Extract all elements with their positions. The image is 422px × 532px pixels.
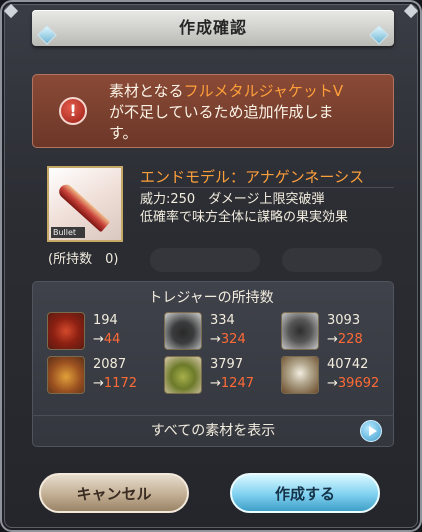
create-button[interactable]: 作成する	[230, 473, 380, 513]
treasure-item: 2087 →1172	[47, 356, 159, 396]
show-all-materials-label: すべての素材を表示	[150, 423, 276, 439]
treasure-after: →39692	[327, 376, 379, 391]
treasure-have: 2087	[93, 357, 127, 372]
after-value: 44	[103, 332, 121, 347]
divider	[140, 187, 394, 188]
alert-material-name: フルメタルジャケットV	[183, 82, 344, 100]
treasure-icon	[281, 356, 319, 394]
treasure-item: 334 →324	[164, 312, 276, 352]
treasure-have: 3093	[327, 313, 361, 328]
cancel-button[interactable]: キャンセル	[39, 473, 189, 513]
alert-line2: が不足しているため追加作成しま	[109, 103, 334, 121]
owned-count: (所持数 0)	[48, 252, 119, 267]
exclamation-icon: !	[59, 97, 87, 125]
after-value: 1247	[220, 376, 254, 391]
arrow: →	[93, 376, 104, 391]
item-stat-line2: 低確率で味方全体に謀略の果実効果	[140, 210, 349, 225]
bullet-icon	[56, 181, 111, 233]
corner-ornament-tl	[3, 3, 19, 19]
title-bar: 作成確認	[32, 10, 394, 46]
treasure-after: →44	[93, 332, 120, 347]
item-stat-line1: 威力:250 ダメージ上限突破弾	[140, 192, 325, 207]
treasure-item: 40742 →39692	[281, 356, 393, 396]
treasure-have: 194	[93, 313, 118, 328]
treasure-item: 3797 →1247	[164, 356, 276, 396]
treasure-icon	[281, 312, 319, 350]
arrow: →	[93, 332, 104, 347]
treasure-after: →228	[327, 332, 363, 347]
after-value: 39692	[337, 376, 380, 391]
item-type-tag: Bullet	[51, 227, 85, 238]
show-all-materials-row[interactable]: すべての素材を表示	[32, 415, 394, 447]
dialog-title: 作成確認	[178, 18, 247, 37]
shortage-alert: ! 素材となるフルメタルジャケットV が不足しているため追加作成しま す。	[32, 74, 394, 148]
treasure-have: 334	[210, 313, 235, 328]
item-stats: 威力:250 ダメージ上限突破弾 低確率で味方全体に謀略の果実効果	[140, 191, 348, 227]
arrow: →	[210, 376, 221, 391]
treasure-icon	[164, 356, 202, 394]
background-ghost-button	[282, 248, 382, 272]
after-value: 228	[337, 332, 363, 347]
treasure-heading: トレジャーの所持数	[148, 290, 274, 306]
background-ghost-button	[150, 248, 260, 272]
corner-ornament-tr	[403, 3, 419, 19]
treasure-have: 3797	[210, 357, 244, 372]
alert-line3: す。	[109, 124, 138, 142]
treasure-item: 194 →44	[47, 312, 159, 352]
treasure-icon	[47, 356, 85, 394]
play-arrow-icon[interactable]	[360, 420, 382, 442]
arrow: →	[327, 376, 338, 391]
treasure-after: →324	[210, 332, 246, 347]
treasure-have: 40742	[327, 357, 369, 372]
treasure-after: →1247	[210, 376, 254, 391]
after-value: 1172	[103, 376, 137, 391]
alert-prefix: 素材となる	[109, 82, 184, 100]
treasure-icon	[164, 312, 202, 350]
treasure-after: →1172	[93, 376, 137, 391]
item-name: エンドモデル：アナゲンネーシス	[140, 168, 365, 186]
create-confirm-dialog: 作成確認 ! 素材となるフルメタルジャケットV が不足しているため追加作成しま …	[0, 0, 422, 532]
after-value: 324	[220, 332, 246, 347]
alert-message: 素材となるフルメタルジャケットV が不足しているため追加作成しま す。	[109, 81, 389, 144]
item-thumbnail: Bullet	[47, 166, 123, 242]
treasure-icon	[47, 312, 85, 350]
arrow: →	[327, 332, 338, 347]
arrow: →	[210, 332, 221, 347]
treasure-item: 3093 →228	[281, 312, 393, 352]
